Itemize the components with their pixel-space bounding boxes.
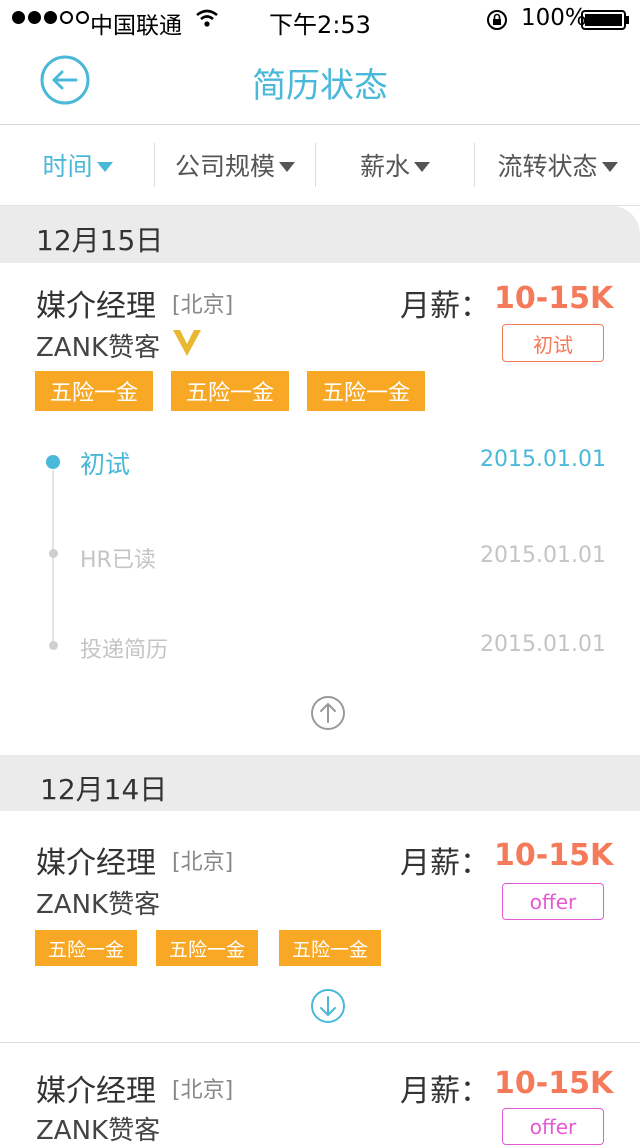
benefit-tag: 五险一金 <box>35 371 153 411</box>
job-title: 媒介经理 <box>36 1074 156 1109</box>
timeline-dot <box>49 641 58 650</box>
timeline-dot <box>49 549 58 558</box>
salary-value: 10-15K <box>494 281 614 316</box>
filter-bar: 时间 公司规模 薪水 流转状态 <box>0 125 640 206</box>
verified-v-badge-icon <box>173 330 201 356</box>
job-location: [北京] <box>172 293 234 318</box>
filter-label: 薪水 <box>359 152 410 181</box>
filter-time[interactable]: 时间 <box>0 125 155 205</box>
benefit-tag: 五险一金 <box>307 371 425 411</box>
timeline-step-label: HR已读 <box>80 548 156 573</box>
dropdown-caret-icon <box>601 162 618 172</box>
job-location: [北京] <box>172 850 234 875</box>
nav-bar: 简历状态 <box>0 40 640 125</box>
filter-flow-status[interactable]: 流转状态 <box>475 125 640 205</box>
filter-label: 时间 <box>42 152 93 181</box>
expand-down-arrow-icon[interactable] <box>310 988 346 1024</box>
timeline-step-date: 2015.01.01 <box>480 632 606 657</box>
filter-label: 流转状态 <box>497 152 598 181</box>
job-title: 媒介经理 <box>36 289 156 324</box>
card-divider <box>0 1042 640 1043</box>
battery-icon <box>581 10 629 30</box>
benefit-tag: 五险一金 <box>156 930 258 966</box>
salary-label: 月薪： <box>400 289 490 324</box>
timeline-dot-active <box>46 455 60 469</box>
salary-label: 月薪： <box>400 1074 490 1109</box>
timeline-step-label: 投递简历 <box>80 638 169 663</box>
battery-percent: 100% <box>521 5 587 31</box>
salary-value: 10-15K <box>494 1066 614 1101</box>
timeline-step-date: 2015.01.01 <box>480 447 606 472</box>
rotation-lock-icon <box>487 10 507 30</box>
dropdown-caret-icon <box>414 162 430 172</box>
date-header: 12月15日 <box>0 206 640 263</box>
page-title: 简历状态 <box>252 66 388 106</box>
job-location: [北京] <box>172 1078 234 1103</box>
dropdown-caret-icon <box>96 162 113 172</box>
benefit-tag: 五险一金 <box>171 371 289 411</box>
filter-label: 公司规模 <box>174 152 275 181</box>
job-title: 媒介经理 <box>36 846 156 881</box>
filter-company-size[interactable]: 公司规模 <box>155 125 315 205</box>
salary-value: 10-15K <box>494 838 614 873</box>
status-button[interactable]: 初试 <box>502 324 604 362</box>
benefit-tag: 五险一金 <box>279 930 381 966</box>
salary-label: 月薪： <box>400 846 490 881</box>
date-header: 12月14日 <box>0 755 640 811</box>
timeline-step-date: 2015.01.01 <box>480 543 606 568</box>
status-bar: 中国联通 下午2:53 100% <box>0 0 640 40</box>
status-button[interactable]: offer <box>502 883 604 920</box>
timeline-step-label: 初试 <box>80 450 131 479</box>
filter-salary[interactable]: 薪水 <box>316 125 474 205</box>
company-name: ZANK赞客 <box>36 333 161 363</box>
collapse-up-arrow-icon[interactable] <box>310 695 346 731</box>
company-name: ZANK赞客 <box>36 890 161 920</box>
benefit-tag: 五险一金 <box>35 930 137 966</box>
dropdown-caret-icon <box>279 162 295 172</box>
status-button[interactable]: offer <box>502 1108 604 1145</box>
company-name: ZANK赞客 <box>36 1116 161 1146</box>
